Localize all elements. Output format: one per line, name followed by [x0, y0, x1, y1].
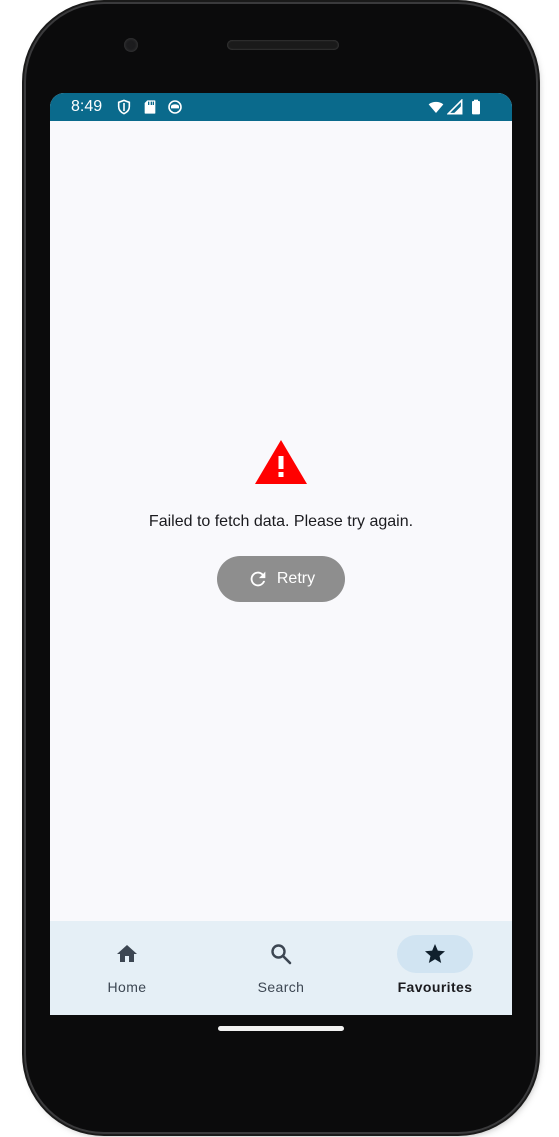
status-time: 8:49: [71, 98, 103, 115]
home-icon: [117, 945, 137, 962]
main-content: Failed to fetch data. Please try again. …: [50, 121, 512, 921]
nav-label-home: Home: [107, 979, 147, 995]
nav-item-favourites[interactable]: Favourites: [358, 921, 512, 1015]
sd-card-icon: [144, 100, 156, 114]
error-message: Failed to fetch data. Please try again.: [148, 513, 414, 530]
shield-icon: [117, 99, 131, 115]
nav-item-home[interactable]: Home: [50, 921, 204, 1015]
nav-label-favourites: Favourites: [397, 979, 473, 995]
retry-button[interactable]: Retry: [217, 556, 345, 602]
nav-item-search[interactable]: Search: [204, 921, 358, 1015]
bottom-navigation: Home Search Favourites: [50, 921, 512, 1015]
refresh-icon: [250, 571, 266, 587]
star-icon: [425, 944, 445, 963]
front-camera: [124, 38, 138, 52]
signal-icon: [447, 99, 463, 115]
retry-label: Retry: [276, 570, 316, 587]
earpiece-speaker: [227, 40, 339, 50]
gesture-home-bar[interactable]: [218, 1026, 344, 1031]
status-bar: 8:49: [50, 93, 512, 121]
warning-icon: [255, 440, 307, 484]
nav-label-search: Search: [257, 979, 305, 995]
wifi-icon: [428, 101, 444, 113]
battery-icon: [472, 99, 480, 115]
screen: 8:49 Failed to fetch data. Please try ag…: [50, 93, 512, 1015]
app-notification-icon: [168, 100, 182, 114]
search-icon: [271, 944, 292, 965]
